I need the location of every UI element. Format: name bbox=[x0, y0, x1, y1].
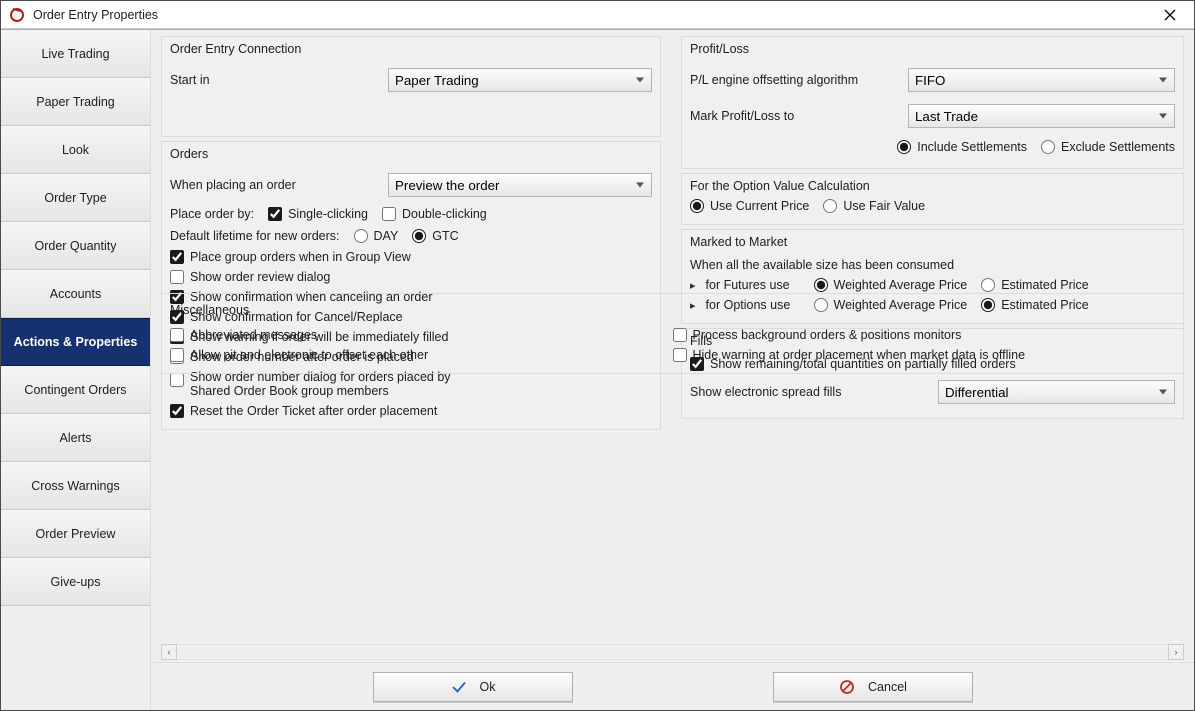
dialog-body: Live Trading Paper Trading Look Order Ty… bbox=[1, 29, 1194, 710]
scroll-track[interactable] bbox=[177, 644, 1168, 660]
app-icon bbox=[9, 7, 25, 23]
close-button[interactable] bbox=[1150, 1, 1190, 28]
mark-select[interactable]: Last Trade bbox=[908, 104, 1175, 128]
cancel-button[interactable]: Cancel bbox=[773, 672, 973, 702]
group-title: Profit/Loss bbox=[682, 37, 1183, 60]
place-order-by-single[interactable]: Single-clicking bbox=[268, 207, 368, 221]
cancel-icon bbox=[838, 678, 856, 696]
mtm-futures-label: for Futures use bbox=[706, 278, 806, 292]
mtm-intro: When all the available size has been con… bbox=[690, 258, 954, 272]
scroll-right-button[interactable]: › bbox=[1168, 644, 1184, 660]
lifetime-day[interactable]: DAY bbox=[354, 229, 399, 243]
sidebar-item-alerts[interactable]: Alerts bbox=[1, 414, 150, 462]
default-lifetime-label: Default lifetime for new orders: bbox=[170, 229, 340, 243]
close-icon bbox=[1164, 9, 1176, 21]
sidebar-item-live-trading[interactable]: Live Trading bbox=[1, 30, 150, 78]
sidebar-item-label: Accounts bbox=[50, 287, 101, 301]
spread-select[interactable]: Differential bbox=[938, 380, 1175, 404]
sidebar-item-label: Look bbox=[62, 143, 89, 157]
chk-pit-electronic[interactable]: Allow pit and electronic to offset each … bbox=[170, 348, 428, 362]
sidebar-item-order-type[interactable]: Order Type bbox=[1, 174, 150, 222]
sidebar-item-label: Order Type bbox=[44, 191, 106, 205]
optval-fair[interactable]: Use Fair Value bbox=[823, 199, 925, 213]
spacer bbox=[151, 378, 1194, 641]
when-placing-select[interactable]: Preview the order bbox=[388, 173, 652, 197]
fut-wap[interactable]: Weighted Average Price bbox=[814, 278, 968, 292]
sidebar-item-label: Give-ups bbox=[50, 575, 100, 589]
place-order-by-double[interactable]: Double-clicking bbox=[382, 207, 487, 221]
sidebar: Live Trading Paper Trading Look Order Ty… bbox=[1, 30, 151, 710]
content-wrap: Order Entry Connection Start in Paper Tr… bbox=[151, 30, 1194, 710]
check-icon bbox=[450, 678, 468, 696]
ok-button[interactable]: Ok bbox=[373, 672, 573, 702]
group-option-value: For the Option Value Calculation Use Cur… bbox=[681, 173, 1184, 225]
group-order-entry-connection: Order Entry Connection Start in Paper Tr… bbox=[161, 36, 661, 137]
sidebar-item-contingent-orders[interactable]: Contingent Orders bbox=[1, 366, 150, 414]
window-title: Order Entry Properties bbox=[33, 8, 1150, 22]
group-misc: Miscellaneous Abbreviated messages Allow… bbox=[161, 293, 1184, 374]
sidebar-item-label: Live Trading bbox=[41, 47, 109, 61]
group-profit-loss: Profit/Loss P/L engine offsetting algori… bbox=[681, 36, 1184, 169]
group-title: Marked to Market bbox=[682, 230, 1183, 253]
place-order-by-label: Place order by: bbox=[170, 207, 254, 221]
algo-label: P/L engine offsetting algorithm bbox=[690, 73, 900, 87]
chk-hide-offline-warn[interactable]: Hide warning at order placement when mar… bbox=[673, 348, 1026, 362]
sidebar-item-look[interactable]: Look bbox=[1, 126, 150, 174]
horizontal-scrollbar[interactable]: ‹ › bbox=[161, 644, 1184, 660]
lifetime-gtc[interactable]: GTC bbox=[412, 229, 458, 243]
group-title: Order Entry Connection bbox=[162, 37, 660, 60]
chk-group-orders[interactable]: Place group orders when in Group View bbox=[170, 250, 411, 264]
when-placing-label: When placing an order bbox=[170, 178, 380, 192]
sidebar-item-label: Order Preview bbox=[36, 527, 116, 541]
sidebar-item-give-ups[interactable]: Give-ups bbox=[1, 558, 150, 606]
arrow-right-icon: ▸ bbox=[690, 279, 696, 292]
group-title: Orders bbox=[162, 142, 660, 165]
chk-abbrev[interactable]: Abbreviated messages bbox=[170, 328, 317, 342]
sidebar-item-label: Contingent Orders bbox=[24, 383, 126, 397]
left-column: Order Entry Connection Start in Paper Tr… bbox=[151, 30, 671, 293]
chk-review-dialog[interactable]: Show order review dialog bbox=[170, 270, 330, 284]
group-title: For the Option Value Calculation bbox=[682, 174, 1183, 197]
algo-select[interactable]: FIFO bbox=[908, 68, 1175, 92]
sidebar-item-actions-properties[interactable]: Actions & Properties bbox=[1, 318, 150, 366]
sidebar-item-label: Alerts bbox=[60, 431, 92, 445]
titlebar: Order Entry Properties bbox=[1, 1, 1194, 29]
sidebar-item-label: Actions & Properties bbox=[14, 335, 138, 349]
content: Order Entry Connection Start in Paper Tr… bbox=[151, 30, 1194, 662]
group-title: Miscellaneous bbox=[170, 298, 1175, 321]
button-bar: Ok Cancel bbox=[151, 662, 1194, 710]
right-column: Profit/Loss P/L engine offsetting algori… bbox=[671, 30, 1194, 293]
sidebar-item-label: Order Quantity bbox=[35, 239, 117, 253]
sidebar-item-label: Paper Trading bbox=[36, 95, 115, 109]
sidebar-item-order-quantity[interactable]: Order Quantity bbox=[1, 222, 150, 270]
sidebar-item-cross-warnings[interactable]: Cross Warnings bbox=[1, 462, 150, 510]
settle-include[interactable]: Include Settlements bbox=[897, 140, 1027, 154]
sidebar-item-order-preview[interactable]: Order Preview bbox=[1, 510, 150, 558]
dialog-window: Order Entry Properties Live Trading Pape… bbox=[0, 0, 1195, 711]
start-in-label: Start in bbox=[170, 73, 380, 87]
scroll-left-button[interactable]: ‹ bbox=[161, 644, 177, 660]
sidebar-item-label: Cross Warnings bbox=[31, 479, 119, 493]
sidebar-item-accounts[interactable]: Accounts bbox=[1, 270, 150, 318]
columns: Order Entry Connection Start in Paper Tr… bbox=[151, 30, 1194, 293]
sidebar-item-paper-trading[interactable]: Paper Trading bbox=[1, 78, 150, 126]
chk-bg-monitors[interactable]: Process background orders & positions mo… bbox=[673, 328, 962, 342]
fut-est[interactable]: Estimated Price bbox=[981, 278, 1089, 292]
start-in-select[interactable]: Paper Trading bbox=[388, 68, 652, 92]
mark-label: Mark Profit/Loss to bbox=[690, 109, 900, 123]
settle-exclude[interactable]: Exclude Settlements bbox=[1041, 140, 1175, 154]
optval-current[interactable]: Use Current Price bbox=[690, 199, 809, 213]
